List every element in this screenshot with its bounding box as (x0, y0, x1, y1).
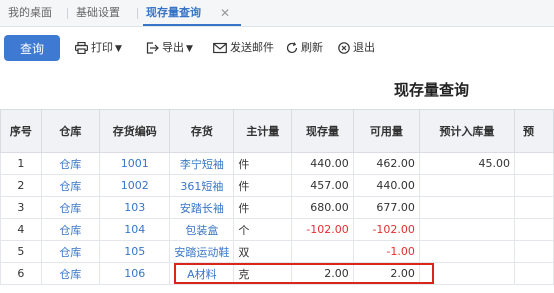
unit-cell: 件 (233, 152, 293, 175)
tab-my-desktop[interactable]: 我的桌面 (8, 0, 52, 26)
warehouse-link[interactable]: 仓库 (40, 218, 101, 241)
row-number: 5 (0, 240, 42, 263)
incoming-cell (418, 196, 515, 219)
incoming-cell (418, 240, 515, 263)
extra-cell (513, 152, 554, 175)
table-header-row: 序号 仓库 存货编码 存货 主计量 现存量 可用量 预计入库量 预 (0, 109, 554, 153)
column-header[interactable]: 序号 (0, 109, 42, 153)
unit-cell: 件 (233, 196, 293, 219)
item-name-link[interactable]: 安踏运动鞋 (169, 240, 235, 263)
export-label: 导出 (162, 41, 184, 54)
column-header[interactable]: 预计入库量 (418, 109, 515, 153)
exit-icon (338, 42, 350, 54)
refresh-button[interactable]: 刷新 (286, 35, 323, 61)
print-button[interactable]: 打印 ▼ (75, 35, 122, 61)
row-number: 2 (0, 174, 42, 197)
extra-cell (513, 262, 554, 285)
incoming-cell (418, 218, 515, 241)
stock-table: 序号 仓库 存货编码 存货 主计量 现存量 可用量 预计入库量 预 1 仓库 1… (0, 109, 554, 285)
refresh-label: 刷新 (301, 41, 323, 54)
table-row[interactable]: 2 仓库 1002 361短袖 件 457.00 440.00 (0, 174, 554, 197)
row-number: 6 (0, 262, 42, 285)
send-mail-button[interactable]: 发送邮件 (213, 35, 274, 61)
warehouse-link[interactable]: 仓库 (40, 174, 101, 197)
column-header[interactable]: 仓库 (40, 109, 101, 153)
table-row[interactable]: 3 仓库 103 安踏长袖 件 680.00 677.00 (0, 196, 554, 219)
item-name-link[interactable]: 安踏长袖 (169, 196, 235, 219)
stock-cell (291, 240, 354, 263)
warehouse-link[interactable]: 仓库 (40, 240, 101, 263)
warehouse-link[interactable]: 仓库 (40, 262, 101, 285)
available-cell: -1.00 (352, 240, 420, 263)
available-cell: 462.00 (352, 152, 420, 175)
exit-label: 退出 (353, 41, 375, 54)
column-header[interactable]: 可用量 (352, 109, 420, 153)
unit-cell: 个 (233, 218, 293, 241)
item-code-link[interactable]: 106 (99, 262, 171, 285)
item-code-link[interactable]: 105 (99, 240, 171, 263)
tab-bar: 我的桌面 基础设置 现存量查询 ✕ (0, 0, 554, 27)
row-number: 3 (0, 196, 42, 219)
printer-icon (75, 41, 89, 55)
extra-cell (513, 218, 554, 241)
highlight-box (174, 263, 434, 284)
active-tab-indicator (143, 24, 241, 26)
table-row[interactable]: 1 仓库 1001 李宁短袖 件 440.00 462.00 45.00 (0, 152, 554, 175)
export-button[interactable]: 导出 ▼ (146, 35, 193, 61)
item-name-link[interactable]: 李宁短袖 (169, 152, 235, 175)
chevron-down-icon: ▼ (115, 44, 122, 54)
unit-cell: 件 (233, 174, 293, 197)
table-row[interactable]: 5 仓库 105 安踏运动鞋 双 -1.00 (0, 240, 554, 263)
tab-separator (137, 8, 138, 19)
table-row[interactable]: 4 仓库 104 包装盒 个 -102.00 -102.00 (0, 218, 554, 241)
item-name-link[interactable]: 包装盒 (169, 218, 235, 241)
extra-cell (513, 240, 554, 263)
row-number: 4 (0, 218, 42, 241)
mail-icon (213, 42, 227, 54)
item-code-link[interactable]: 103 (99, 196, 171, 219)
item-code-link[interactable]: 104 (99, 218, 171, 241)
extra-cell (513, 174, 554, 197)
tab-basic-settings[interactable]: 基础设置 (76, 0, 120, 26)
send-mail-label: 发送邮件 (230, 41, 274, 54)
item-code-link[interactable]: 1001 (99, 152, 171, 175)
column-header[interactable]: 存货编码 (99, 109, 171, 153)
item-code-link[interactable]: 1002 (99, 174, 171, 197)
available-cell: 440.00 (352, 174, 420, 197)
stock-cell: -102.00 (291, 218, 354, 241)
page-title: 现存量查询 (394, 81, 470, 99)
row-number: 1 (0, 152, 42, 175)
available-cell: 677.00 (352, 196, 420, 219)
incoming-cell (418, 174, 515, 197)
stock-cell: 457.00 (291, 174, 354, 197)
available-cell: -102.00 (352, 218, 420, 241)
extra-cell (513, 196, 554, 219)
stock-cell: 680.00 (291, 196, 354, 219)
incoming-cell: 45.00 (418, 152, 515, 175)
refresh-icon (286, 42, 298, 54)
tab-separator (67, 8, 68, 19)
column-header[interactable]: 存货 (169, 109, 235, 153)
item-name-link[interactable]: 361短袖 (169, 174, 235, 197)
exit-button[interactable]: 退出 (338, 35, 375, 61)
warehouse-link[interactable]: 仓库 (40, 152, 101, 175)
unit-cell: 双 (233, 240, 293, 263)
print-label: 打印 (91, 41, 113, 54)
column-header[interactable]: 预 (513, 109, 554, 153)
export-icon (146, 42, 159, 54)
column-header[interactable]: 现存量 (291, 109, 354, 153)
chevron-down-icon: ▼ (186, 44, 193, 54)
close-icon[interactable]: ✕ (220, 0, 230, 26)
warehouse-link[interactable]: 仓库 (40, 196, 101, 219)
stock-cell: 440.00 (291, 152, 354, 175)
toolbar: 查询 打印 ▼ 导出 ▼ 发送邮件 刷新 退出 (0, 27, 554, 69)
query-button[interactable]: 查询 (4, 35, 60, 61)
column-header[interactable]: 主计量 (233, 109, 293, 153)
